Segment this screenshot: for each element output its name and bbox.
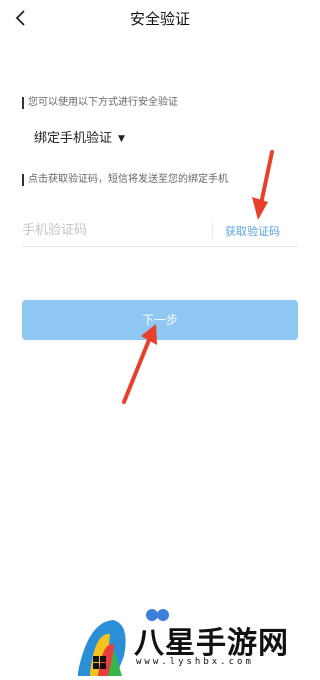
verification-method-hint: 您可以使用以下方式进行安全验证 [22,97,178,109]
sms-code-input[interactable] [22,216,202,244]
get-code-button[interactable]: 获取验证码 [225,223,280,239]
page-title: 安全验证 [129,10,190,28]
watermark-url: www.lyshbx.com [136,657,254,667]
code-input-row: 获取验证码 [22,216,298,247]
sms-hint: 点击获取验证码，短信将发送至您的绑定手机 [22,174,228,186]
verification-method-value: 绑定手机验证 [34,131,113,146]
arrow-to-get-code-icon [252,150,274,220]
input-divider [212,223,213,239]
verification-method-select[interactable]: 绑定手机验证 ▼ [34,127,125,146]
next-step-button[interactable]: 下一步 [22,300,298,340]
header-bar: 安全验证 [0,0,320,36]
watermark: 八星手游网 www.lyshbx.com [0,580,320,676]
dropdown-caret-icon: ▼ [118,133,125,144]
watermark-title: 八星手游网 [134,626,289,661]
